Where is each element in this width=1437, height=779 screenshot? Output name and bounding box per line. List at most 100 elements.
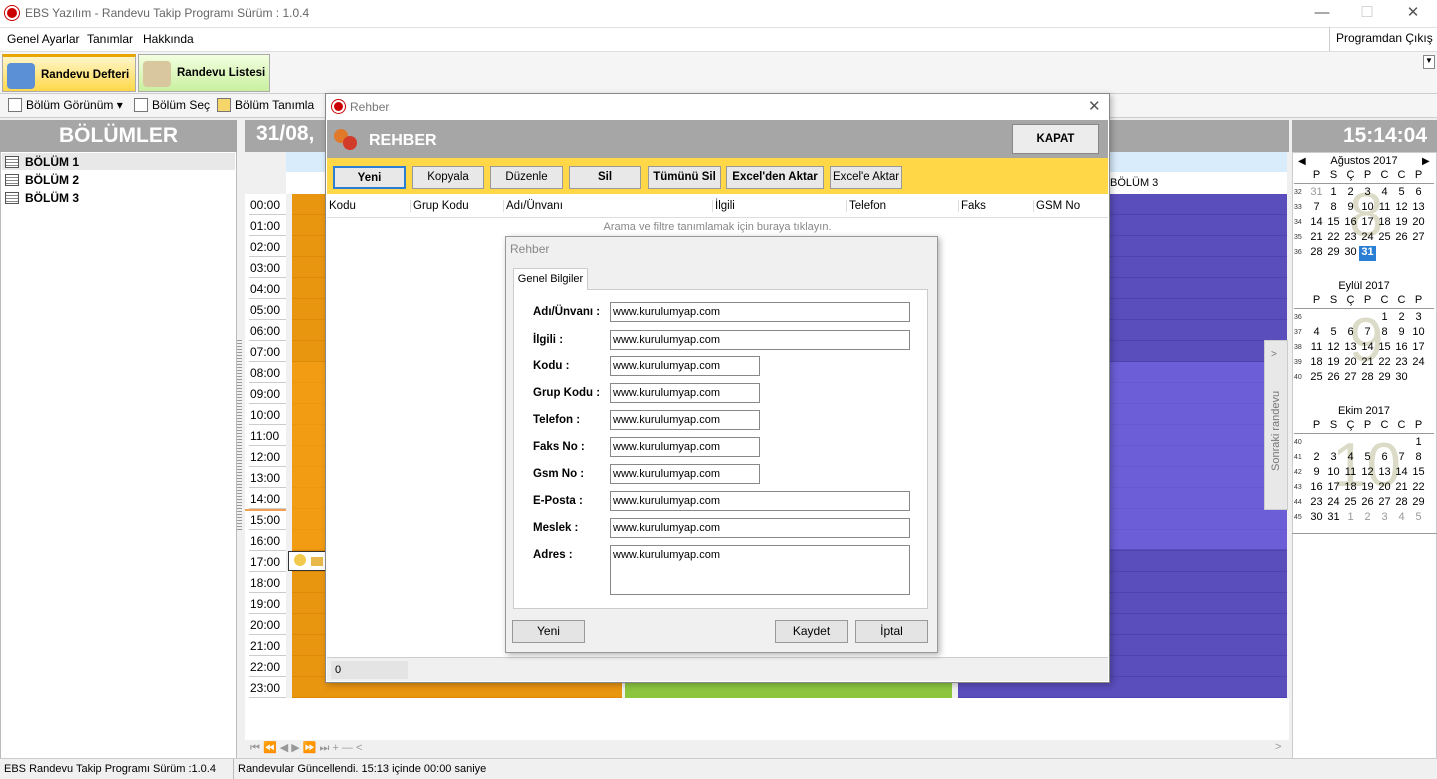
calendar-day[interactable]: 7: [1359, 326, 1376, 341]
calendar-day[interactable]: 24: [1410, 356, 1427, 371]
record-navigator[interactable]: ⏮ ⏪ ◀ ▶ ⏩ ⏭ + — < >: [245, 740, 1289, 756]
calendar-day[interactable]: 13: [1410, 201, 1427, 216]
calendar-day[interactable]: 26: [1325, 371, 1342, 386]
calendar-day[interactable]: 22: [1410, 481, 1427, 496]
calendar-day[interactable]: 29: [1325, 246, 1342, 261]
calendar-day[interactable]: 12: [1359, 466, 1376, 481]
field-input[interactable]: www.kurulumyap.com: [610, 383, 760, 403]
calendar-day[interactable]: 17: [1325, 481, 1342, 496]
calendar-day[interactable]: 27: [1342, 371, 1359, 386]
bolum-sec-button[interactable]: Bölüm Seç: [134, 98, 210, 112]
calendar-day[interactable]: 17: [1410, 341, 1427, 356]
appointment-marker[interactable]: [288, 551, 328, 571]
calendar-day[interactable]: 5: [1359, 451, 1376, 466]
exit-program-button[interactable]: Programdan Çıkış: [1329, 27, 1437, 51]
calendar-day[interactable]: 29: [1376, 371, 1393, 386]
calendar-day[interactable]: 21: [1393, 481, 1410, 496]
calendar-day[interactable]: 15: [1325, 216, 1342, 231]
field-input[interactable]: www.kurulumyap.com: [610, 302, 910, 322]
ribbon-collapse-button[interactable]: ▼: [1423, 55, 1435, 69]
calendar-day[interactable]: 16: [1342, 216, 1359, 231]
calendar-day[interactable]: 6: [1410, 186, 1427, 201]
calendar-day[interactable]: 8: [1325, 201, 1342, 216]
calendar-day[interactable]: 2: [1393, 311, 1410, 326]
calendar-day[interactable]: 3: [1325, 451, 1342, 466]
calendar-day[interactable]: 29: [1410, 496, 1427, 511]
splitter-handle[interactable]: [237, 340, 242, 530]
calendar-day[interactable]: 30: [1393, 371, 1410, 386]
calendar-day[interactable]: 24: [1325, 496, 1342, 511]
section-item-1[interactable]: BÖLÜM 1: [5, 155, 79, 169]
calendar-day[interactable]: 31: [1325, 511, 1342, 526]
field-input[interactable]: www.kurulumyap.com: [610, 464, 760, 484]
tumunu-sil-button[interactable]: Tümünü Sil: [648, 166, 721, 189]
filter-prompt[interactable]: Arama ve filtre tanımlamak için buraya t…: [327, 221, 1108, 233]
navigator-buttons[interactable]: ⏮ ⏪ ◀ ▶ ⏩ ⏭ + — <: [250, 741, 362, 755]
calendar-day[interactable]: 6: [1342, 326, 1359, 341]
calendar-day[interactable]: 15: [1376, 341, 1393, 356]
menu-hakkinda[interactable]: Hakkında: [143, 32, 194, 46]
calendar-day[interactable]: 10: [1359, 201, 1376, 216]
form-new-button[interactable]: Yeni: [512, 620, 585, 643]
calendar-day[interactable]: 25: [1308, 371, 1325, 386]
calendar-day[interactable]: 4: [1342, 451, 1359, 466]
calendar-day[interactable]: 18: [1308, 356, 1325, 371]
calendar-day[interactable]: 25: [1342, 496, 1359, 511]
field-input[interactable]: www.kurulumyap.com: [610, 330, 910, 350]
calendar-day[interactable]: 3: [1376, 511, 1393, 526]
calendar-day[interactable]: 12: [1393, 201, 1410, 216]
calendar-day[interactable]: 4: [1308, 326, 1325, 341]
form-cancel-button[interactable]: İptal: [855, 620, 928, 643]
calendar-day[interactable]: 12: [1325, 341, 1342, 356]
bolum-gorunum-button[interactable]: Bölüm Görünüm ▾: [8, 98, 123, 112]
calendar-day[interactable]: 2: [1359, 511, 1376, 526]
calendar-day[interactable]: 18: [1376, 216, 1393, 231]
calendar-day[interactable]: 11: [1342, 466, 1359, 481]
excelden-aktar-button[interactable]: Excel'den Aktar: [726, 166, 824, 189]
maximize-button[interactable]: ☐: [1357, 4, 1377, 22]
tab-randevu-defteri[interactable]: Randevu Defteri: [2, 54, 136, 92]
scroll-right-icon[interactable]: >: [1275, 741, 1281, 753]
calendar-day[interactable]: 19: [1325, 356, 1342, 371]
calendar-day[interactable]: 21: [1308, 231, 1325, 246]
column-header-gsm-no[interactable]: GSM No: [1033, 200, 1080, 212]
calendar-day[interactable]: 7: [1393, 451, 1410, 466]
sil-button[interactable]: Sil: [569, 166, 641, 189]
calendar-day[interactable]: 19: [1393, 216, 1410, 231]
calendar-day[interactable]: 5: [1410, 511, 1427, 526]
calendar-day[interactable]: 27: [1410, 231, 1427, 246]
calendar-day[interactable]: 24: [1359, 231, 1376, 246]
calendar-day[interactable]: 15: [1410, 466, 1427, 481]
column-header-grup-kodu[interactable]: Grup Kodu: [410, 200, 469, 212]
calendar-day[interactable]: 13: [1376, 466, 1393, 481]
calendar-day[interactable]: 20: [1410, 216, 1427, 231]
calendar-day[interactable]: 1: [1342, 511, 1359, 526]
calendar-day[interactable]: 31: [1359, 246, 1376, 261]
kopyala-button[interactable]: Kopyala: [412, 166, 484, 189]
calendar-day[interactable]: 8: [1376, 326, 1393, 341]
calendar-day[interactable]: 21: [1359, 356, 1376, 371]
field-input[interactable]: www.kurulumyap.com: [610, 356, 760, 376]
calendar-day[interactable]: 27: [1376, 496, 1393, 511]
column-header-telefon[interactable]: Telefon: [846, 200, 886, 212]
form-save-button[interactable]: Kaydet: [775, 620, 848, 643]
column-header-ilgili[interactable]: İlgili: [712, 200, 735, 212]
calendar-day[interactable]: 25: [1376, 231, 1393, 246]
bolum-tanimla-button[interactable]: Bölüm Tanımla: [217, 98, 314, 112]
calendar-day[interactable]: 2: [1308, 451, 1325, 466]
next-appointment-panel[interactable]: > Sonraki randevu: [1264, 340, 1288, 510]
calendar-day[interactable]: 11: [1376, 201, 1393, 216]
calendar-day[interactable]: 4: [1376, 186, 1393, 201]
menu-genel-ayarlar[interactable]: Genel Ayarlar: [7, 32, 80, 46]
tab-genel-bilgiler[interactable]: Genel Bilgiler: [513, 268, 588, 290]
calendar-day[interactable]: 14: [1393, 466, 1410, 481]
column-header-faks[interactable]: Faks: [958, 200, 986, 212]
calendar-day[interactable]: 30: [1342, 246, 1359, 261]
calendar-day[interactable]: 28: [1308, 246, 1325, 261]
calendar-day[interactable]: 9: [1308, 466, 1325, 481]
section-item-3[interactable]: BÖLÜM 3: [5, 191, 79, 205]
calendar-day[interactable]: 23: [1342, 231, 1359, 246]
yeni-button[interactable]: Yeni: [333, 166, 406, 189]
calendar-day[interactable]: 18: [1342, 481, 1359, 496]
calendar-day[interactable]: 20: [1342, 356, 1359, 371]
